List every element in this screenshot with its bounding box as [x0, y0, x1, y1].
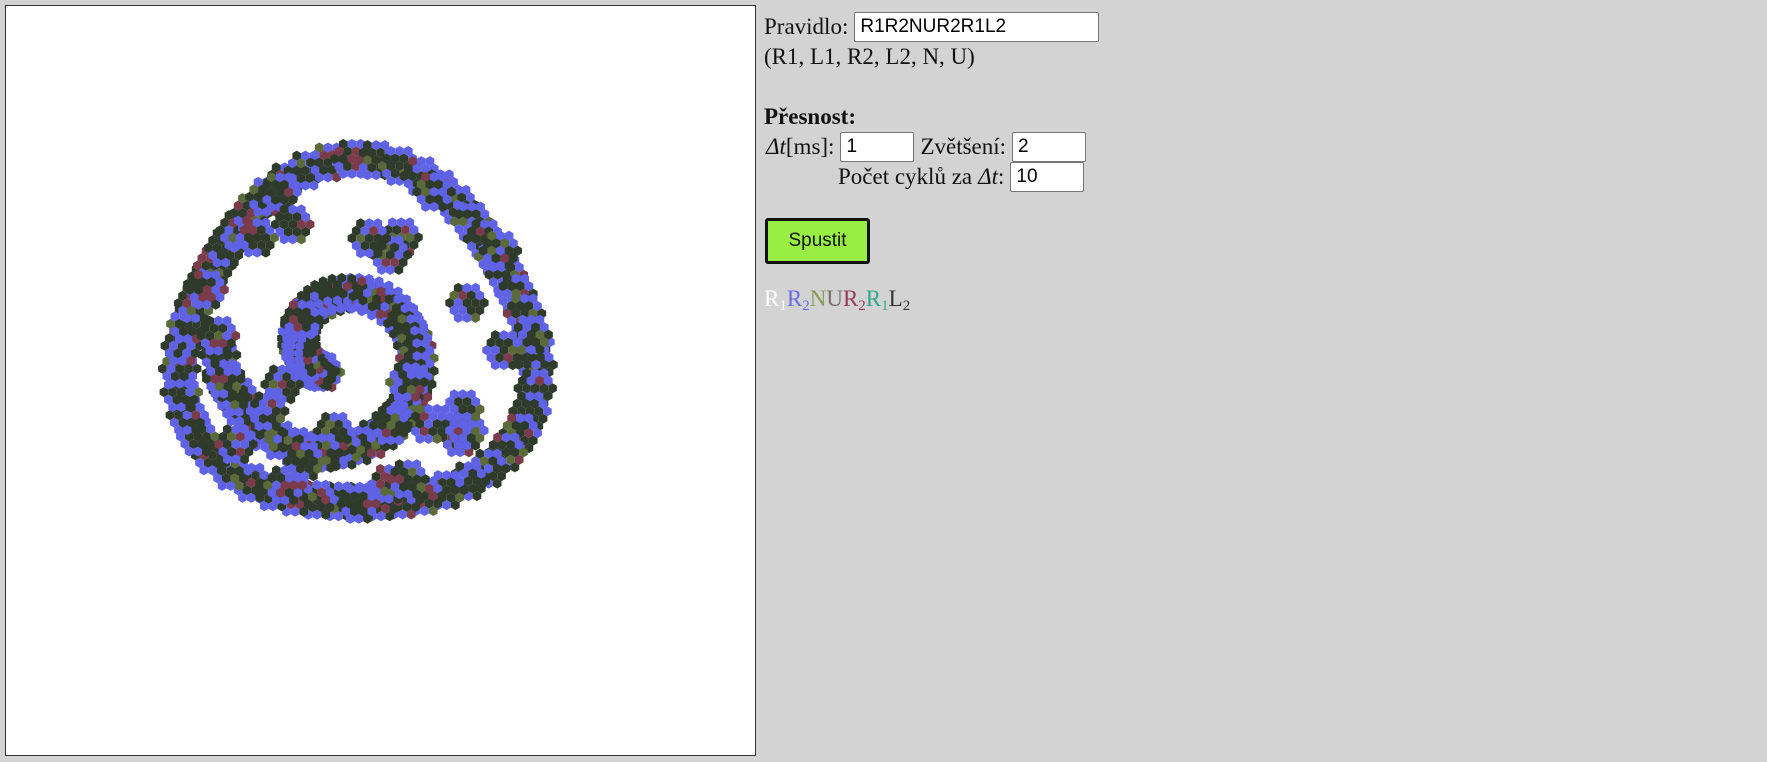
cycles-colon: : — [998, 164, 1005, 189]
control-panel: Pravidlo: (R1, L1, R2, L2, N, U) Přesnos… — [764, 12, 1100, 321]
cycles-symbol: Δt — [978, 164, 999, 189]
rule-token: U — [826, 286, 843, 311]
zoom-label: Zvětšení: — [920, 134, 1007, 159]
rule-token: R2 — [842, 286, 866, 314]
simulation-canvas — [5, 5, 756, 756]
cycles-input[interactable] — [1010, 162, 1085, 192]
cycles-row: Počet cyklů za Δt : — [838, 162, 1099, 192]
rule-row: Pravidlo: — [764, 12, 1100, 42]
rule-token: N — [809, 286, 827, 311]
rule-token: R2 — [786, 286, 810, 314]
ant-pattern — [158, 138, 558, 524]
precision-heading: Přesnost: — [764, 104, 856, 129]
run-button[interactable]: Spustit — [765, 218, 870, 264]
rule-token: R1 — [764, 286, 787, 314]
rule-input[interactable] — [854, 12, 1100, 42]
colored-rule: R1R2NUR2R1L2 — [764, 284, 1099, 321]
dt-unit: [ms]: — [785, 134, 835, 159]
rule-token: R1 — [865, 286, 889, 314]
dt-input[interactable] — [840, 132, 915, 162]
dt-row: Δt [ms]: Zvětšení: — [766, 132, 1099, 162]
rule-label: Pravidlo: — [764, 14, 849, 39]
cycles-label: Počet cyklů za — [838, 164, 973, 189]
dt-symbol: Δt — [766, 134, 786, 159]
rule-options: (R1, L1, R2, L2, N, U) — [764, 44, 975, 69]
rule-token: L2 — [888, 286, 911, 314]
zoom-input[interactable] — [1012, 132, 1087, 162]
